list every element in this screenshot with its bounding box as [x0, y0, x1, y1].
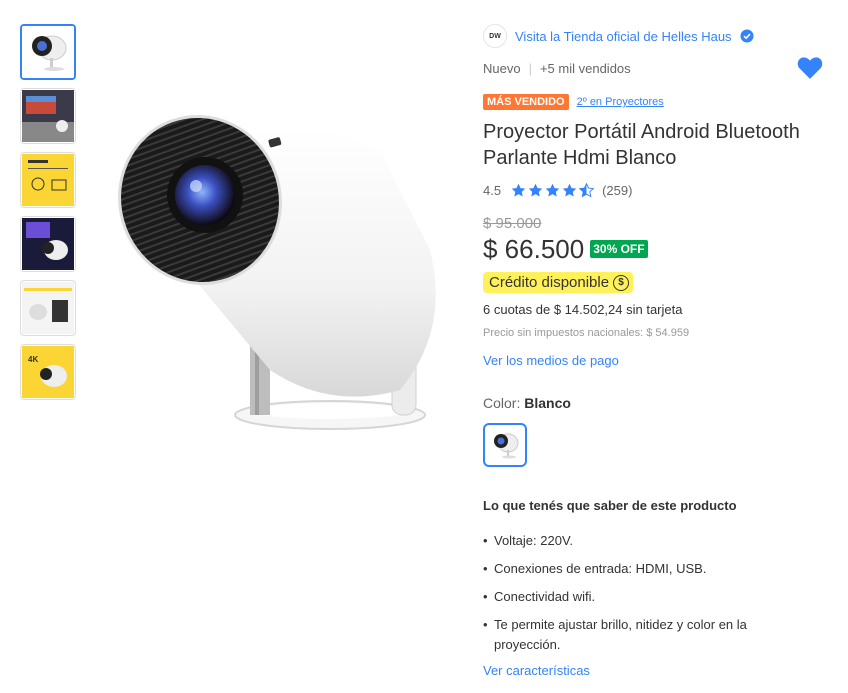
thumbnail-4[interactable]	[20, 216, 76, 272]
product-info: DW Visita la Tienda oficial de Helles Ha…	[483, 22, 833, 678]
price-row: $ 66.500 30% OFF	[483, 234, 833, 264]
original-price: $ 95.000	[483, 215, 542, 232]
star-icon	[562, 183, 577, 196]
thumbnail-6[interactable]: 4K	[20, 344, 76, 400]
store-logo[interactable]: DW	[483, 24, 507, 48]
coin-icon: $	[613, 274, 630, 291]
svg-text:4K: 4K	[28, 355, 38, 364]
thumbnail-2[interactable]	[20, 88, 76, 144]
thumbnail-gallery: 4K	[20, 24, 76, 408]
features-title: Lo que tenés que saber de este producto	[483, 498, 737, 513]
review-count: (259)	[602, 182, 633, 198]
star-icon	[545, 183, 560, 196]
store-row: DW Visita la Tienda oficial de Helles Ha…	[483, 22, 833, 50]
heart-icon[interactable]	[797, 56, 823, 80]
badge-row: MÁS VENDIDO 2º en Proyectores	[483, 93, 833, 111]
category-rank-link[interactable]: 2º en Proyectores	[577, 96, 664, 108]
verified-icon	[740, 29, 754, 42]
star-icon	[511, 183, 526, 196]
feature-item: Te permite ajustar brillo, nitidez y col…	[483, 615, 783, 655]
thumbnail-1[interactable]	[20, 24, 76, 80]
features-list: Voltaje: 220V. Conexiones de entrada: HD…	[483, 531, 783, 655]
projector-swatch-image	[494, 433, 519, 459]
price-without-taxes: Precio sin impuestos nacionales: $ 54.95…	[483, 327, 690, 339]
feature-item: Voltaje: 220V.	[483, 531, 783, 551]
color-value: Blanco	[524, 395, 571, 411]
credit-label: Crédito disponible	[489, 274, 610, 291]
thumbnail-3[interactable]	[20, 152, 76, 208]
installments-text: 6 cuotas de $ 14.502,24 sin tarjeta	[483, 302, 683, 317]
sold-count: +5 mil vendidos	[539, 60, 631, 76]
main-product-image[interactable]	[100, 100, 460, 440]
projector-image	[118, 114, 436, 430]
current-price: $ 66.500	[483, 233, 585, 264]
feature-item: Conectividad wifi.	[483, 587, 783, 607]
color-label-prefix: Color:	[483, 395, 525, 411]
package-thumb-image	[22, 282, 74, 334]
star-icon	[528, 183, 543, 196]
condition-separator: |	[528, 60, 532, 76]
thumbnail-5[interactable]	[20, 280, 76, 336]
product-title: Proyector Portátil Android Bluetooth Par…	[483, 121, 800, 169]
official-store-link-text: Visita la Tienda oficial de Helles Haus	[515, 28, 732, 44]
yellow-4k-thumb-image: 4K	[22, 346, 74, 398]
projector-thumb-image	[22, 26, 74, 78]
rating-value: 4.5	[483, 182, 502, 198]
store-logo-text: DW	[489, 32, 501, 40]
best-seller-badge: MÁS VENDIDO	[483, 94, 569, 110]
half-star-icon	[579, 182, 595, 197]
see-features-link[interactable]: Ver características	[483, 663, 833, 678]
condition-text: Nuevo	[483, 60, 521, 76]
feature-item: Conexiones de entrada: HDMI, USB.	[483, 559, 783, 579]
color-label: Color: Blanco	[483, 395, 833, 411]
dark-scene-thumb-image	[22, 218, 74, 270]
color-swatch-white[interactable]	[483, 423, 527, 467]
rating-stars	[511, 182, 596, 198]
rating-row[interactable]: 4.5 (259)	[483, 181, 833, 199]
official-store-link[interactable]: Visita la Tienda oficial de Helles Haus	[515, 29, 754, 44]
payment-methods-link[interactable]: Ver los medios de pago	[483, 353, 833, 368]
yellow-specs-thumb-image	[22, 154, 74, 206]
room-scene-thumb-image	[22, 90, 74, 142]
discount-badge: 30% OFF	[590, 240, 648, 258]
condition-row: Nuevo | +5 mil vendidos	[483, 58, 833, 78]
credit-available-badge[interactable]: Crédito disponible $	[483, 272, 634, 293]
